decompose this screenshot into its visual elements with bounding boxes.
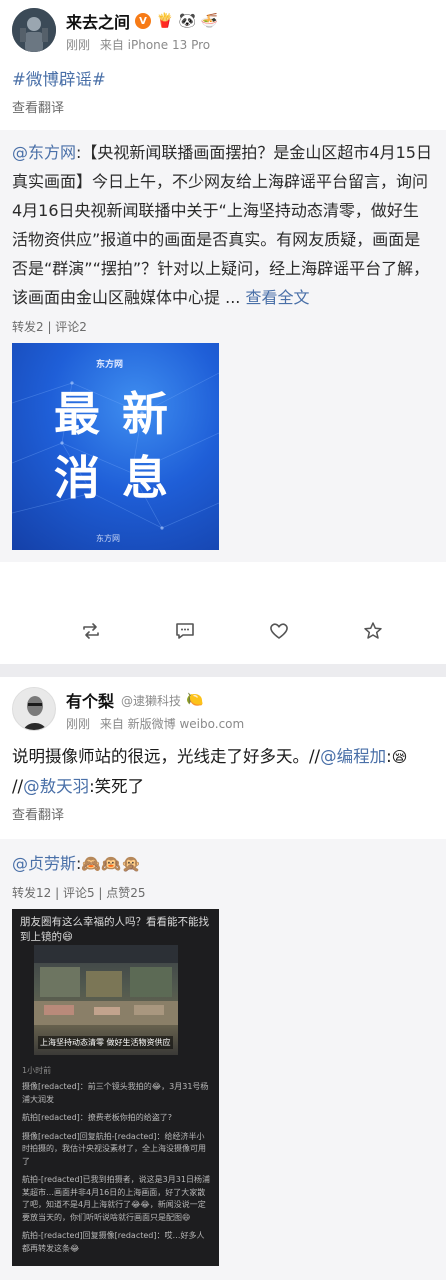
author-avatar[interactable] [12,687,56,731]
news-image[interactable]: 东方网 最 新 消 息 东方网 [12,343,219,550]
repost-text: @贞劳斯:🙈🙉🙊 [12,849,434,878]
news-logo: 东方网 [96,360,124,370]
repost-box[interactable]: @贞劳斯:🙈🙉🙊 转发12 | 评论5 | 点赞25 朋友圈有这么幸福的人吗？看… [0,839,446,1280]
screenshot-comment: 航拍-[redacted]回复摄像[redacted]：哎…好多人都再转发这条😂 [22,1231,205,1253]
fruit-badge-icon: 🍋 [186,692,204,708]
author-name[interactable]: 来去之间 [66,9,130,33]
screenshot-comment: 摄像[redacted]回复航拍-[redacted]：给经济半小时拍摄的，我估… [22,1131,206,1166]
moments-screenshot-image[interactable]: 朋友圈有这么幸福的人吗？看看能不能找到上镜的😄 上海坚持动态清零 做好生活物资供… [12,909,219,1266]
repost-stats[interactable]: 转发2 | 评论2 [12,318,434,335]
screenshot-comment: 摄像[redacted]：前三个镜头我拍的😂，3月31号杨浦大润发 [22,1082,209,1104]
sleepy-emoji-icon: 😪 [391,748,408,766]
screenshot-comments: 摄像[redacted]：前三个镜头我拍的😂，3月31号杨浦大润发 航拍[red… [22,1081,211,1261]
comment-button[interactable] [138,620,232,642]
post-header: 有个梨 @逮獭科技 🍋 刚刚 来自 新版微博 weibo.com [0,679,446,732]
mention-link[interactable]: @敖天羽 [23,777,89,796]
post-meta: 刚刚 来自 新版微博 weibo.com [66,715,250,732]
network-lines-decoration [12,372,219,530]
verified-badge-icon: V [135,13,152,29]
avatar-portrait-icon [13,688,55,730]
post-text: 说明摄像师站的很远，光线走了好多天。// [12,747,321,766]
post-text: :笑死了 [89,777,145,796]
news-char: 消 [54,451,100,505]
repost-stats[interactable]: 转发12 | 评论5 | 点赞25 [12,884,434,901]
read-more-link[interactable]: 查看全文 [245,288,309,307]
news-char: 息 [122,451,168,505]
repost-ellipsis: ... [220,288,246,307]
panda-badge-icon: 🐼 [178,13,196,29]
author-name[interactable]: 有个梨 [66,688,114,712]
weibo-post-card: 有个梨 @逮獭科技 🍋 刚刚 来自 新版微博 weibo.com 说明摄像师站的… [0,677,446,1280]
monkey-emojis-icon: 🙈🙉🙊 [81,854,142,873]
topic-link[interactable]: #微博辟谣# [12,70,106,89]
post-source: 来自 新版微博 weibo.com [99,717,245,731]
translate-link[interactable]: 查看翻译 [0,804,446,823]
post-body: 说明摄像师站的很远，光线走了好多天。//@编程加:😪//@敖天羽:笑死了 [0,742,446,802]
mention-link[interactable]: @编程加 [320,747,386,766]
screenshot-comment: 航拍-[redacted]已我到拍摄者，说这是3月31日杨浦某超市…画面并非4月… [22,1175,210,1222]
repost-author-mention[interactable]: @东方网 [12,143,76,162]
repost-box[interactable]: @东方网:【央视新闻联播画面摆拍？是金山区超市4月15日真实画面】今日上午，不少… [0,130,446,562]
repost-separator: // [12,777,24,796]
author-avatar[interactable] [12,8,56,52]
weibo-post-card: 来去之间 V 🍟 🐼 🍜 刚刚 来自 iPhone 13 Pro #微博辟谣# … [0,0,446,664]
screenshot-title: 朋友圈有这么幸福的人吗？看看能不能找到上镜的😄 [20,916,209,943]
author-handle[interactable]: @逮獭科技 [121,692,181,709]
repost-author-mention[interactable]: @贞劳斯 [12,854,76,873]
news-char: 最 [54,387,100,441]
news-watermark: 东方网 [96,534,120,543]
avatar-figure-icon [12,8,56,52]
screenshot-caption: 上海坚持动态清零 做好生活物资供应 [38,1036,173,1049]
post-time: 刚刚 [66,38,91,52]
author-meta: 来去之间 V 🍟 🐼 🍜 刚刚 来自 iPhone 13 Pro [66,8,218,53]
repost-icon [83,623,99,639]
repost-body: 【央视新闻联播画面摆拍？是金山区超市4月15日真实画面】今日上午，不少网友给上海… [12,143,432,307]
author-name-row: 来去之间 V 🍟 🐼 🍜 [66,10,218,32]
noodle-badge-icon: 🍜 [200,13,219,29]
author-name-row: 有个梨 @逮獭科技 🍋 [66,689,250,711]
post-body: #微博辟谣# [0,65,446,95]
translate-link[interactable]: 查看翻译 [0,97,446,116]
screenshot-comment: 航拍[redacted]：撩费老板你拍的给盗了? [22,1113,173,1122]
like-button[interactable] [232,620,326,642]
post-meta: 刚刚 来自 iPhone 13 Pro [66,36,218,53]
favorite-button[interactable] [326,620,420,642]
repost-text: @东方网:【央视新闻联播画面摆拍？是金山区超市4月15日真实画面】今日上午，不少… [12,138,434,312]
comment-icon [176,623,194,639]
like-icon [270,623,288,639]
author-meta: 有个梨 @逮獭科技 🍋 刚刚 来自 新版微博 weibo.com [66,687,250,732]
favorite-star-icon [364,622,382,639]
repost-button[interactable] [44,620,138,642]
post-time: 刚刚 [66,717,91,731]
screenshot-time: 1小时前 [22,1066,52,1075]
post-source: 来自 iPhone 13 Pro [99,38,211,52]
post-header: 来去之间 V 🍟 🐼 🍜 刚刚 来自 iPhone 13 Pro [0,0,446,53]
fries-badge-icon: 🍟 [156,13,174,29]
news-char: 新 [122,387,168,441]
supermarket-video-thumbnail: 上海坚持动态清零 做好生活物资供应 [34,945,178,1055]
action-bar [0,620,446,642]
